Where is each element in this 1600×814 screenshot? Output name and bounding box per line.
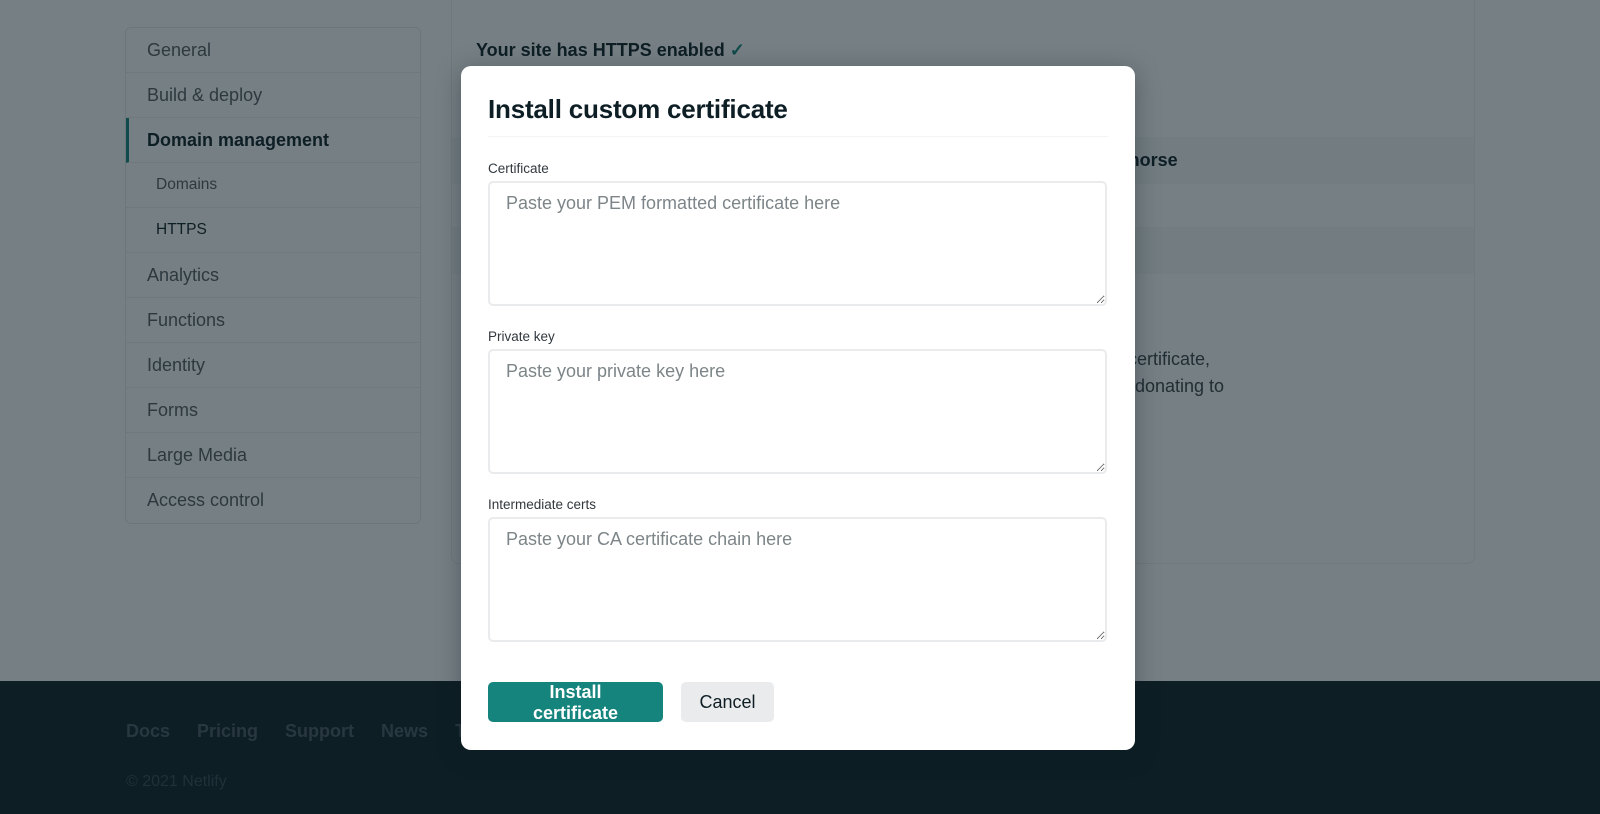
intermediate-certs-field-group: Intermediate certs bbox=[488, 497, 1108, 647]
intermediate-certs-label: Intermediate certs bbox=[488, 497, 597, 512]
install-certificate-button[interactable]: Install certificate bbox=[488, 682, 663, 723]
private-key-textarea[interactable] bbox=[488, 349, 1107, 474]
modal-actions: Install certificate Cancel bbox=[488, 682, 774, 723]
install-certificate-modal: Install custom certificate Certificate P… bbox=[461, 66, 1135, 750]
private-key-field-group: Private key bbox=[488, 329, 1108, 479]
certificate-label: Certificate bbox=[488, 161, 549, 176]
cancel-button[interactable]: Cancel bbox=[681, 682, 774, 722]
private-key-label: Private key bbox=[488, 329, 555, 344]
modal-title: Install custom certificate bbox=[488, 66, 1108, 137]
intermediate-certs-textarea[interactable] bbox=[488, 517, 1107, 642]
certificate-field-group: Certificate bbox=[488, 161, 1108, 311]
certificate-textarea[interactable] bbox=[488, 181, 1107, 306]
